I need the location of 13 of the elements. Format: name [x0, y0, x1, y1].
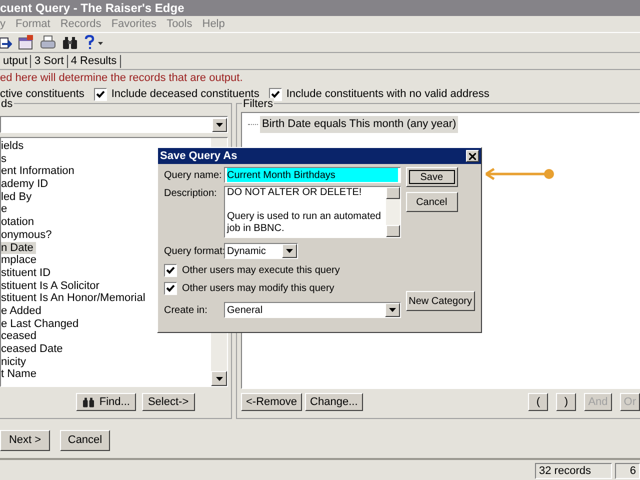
field-label: Query name: — [164, 168, 223, 182]
title-bar: cuent Query - The Raiser's Edge — [0, 0, 640, 16]
checkbox-label: ctive constituents — [0, 86, 84, 100]
field-label: Query format: — [164, 244, 224, 258]
field-label: Create in: — [164, 304, 208, 318]
group-legend: Filters — [242, 98, 274, 110]
status-panel: 6 — [615, 463, 640, 479]
field-label: Description: — [164, 187, 218, 201]
checkbox-label: Include deceased constituents — [111, 86, 260, 100]
instruction-text: ed here will determine the records that are output. — [0, 71, 243, 86]
group-legend: ds — [0, 98, 14, 110]
checkbox-label: Include constituents with no valid address — [286, 86, 490, 102]
status-panel: 32 records — [535, 463, 612, 479]
